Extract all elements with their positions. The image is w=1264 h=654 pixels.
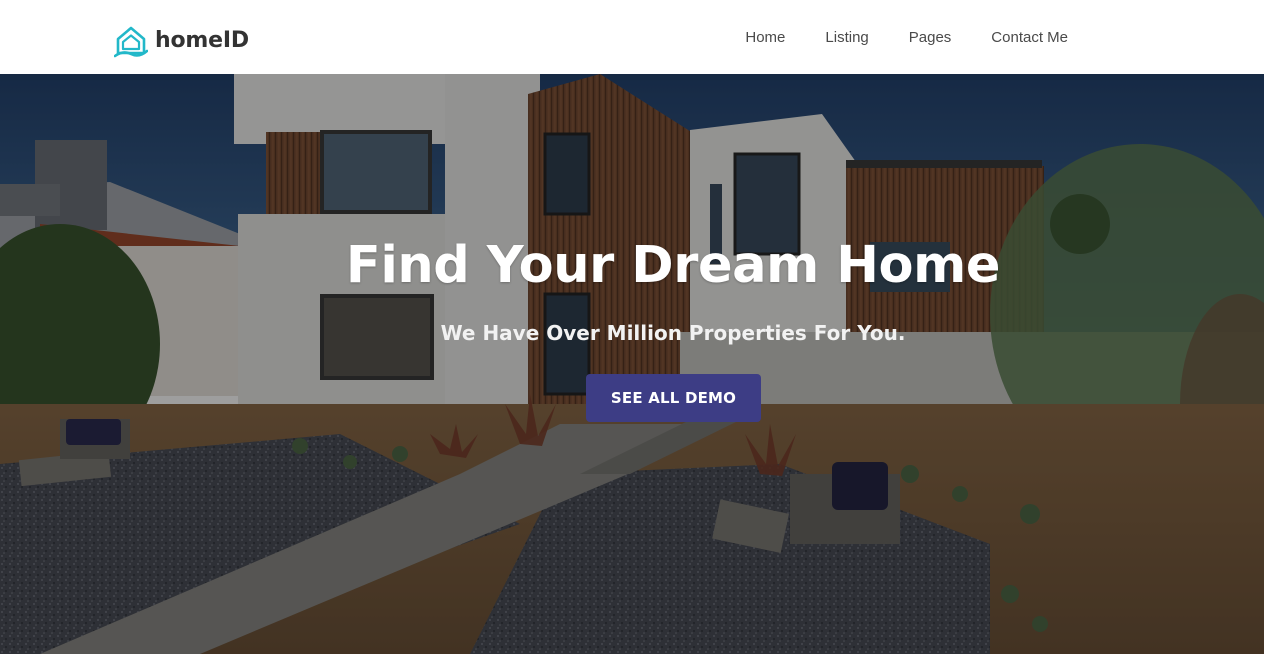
hero-section: Find Your Dream Home We Have Over Millio… — [0, 74, 1264, 654]
brand-name-part1: home — [155, 28, 223, 53]
hero-subtitle: We Have Over Million Properties For You. — [440, 321, 906, 345]
hero-title: Find Your Dream Home — [345, 236, 1001, 295]
brand-name: homeID — [155, 30, 249, 52]
nav-item-pages[interactable]: Pages — [909, 30, 952, 45]
nav-item-listing[interactable]: Listing — [825, 30, 868, 45]
brand-name-part2: ID — [222, 28, 249, 53]
nav-item-home[interactable]: Home — [745, 30, 785, 45]
main-nav: Home Listing Pages Contact Me — [745, 0, 1068, 74]
hero-background-image — [0, 74, 1264, 654]
site-header: homeID Home Listing Pages Contact Me — [0, 0, 1264, 74]
see-all-demo-button[interactable]: SEE ALL DEMO — [586, 374, 761, 422]
nav-item-contact-me[interactable]: Contact Me — [991, 30, 1068, 45]
site-logo[interactable]: homeID — [114, 24, 249, 58]
house-logo-icon — [114, 26, 148, 58]
